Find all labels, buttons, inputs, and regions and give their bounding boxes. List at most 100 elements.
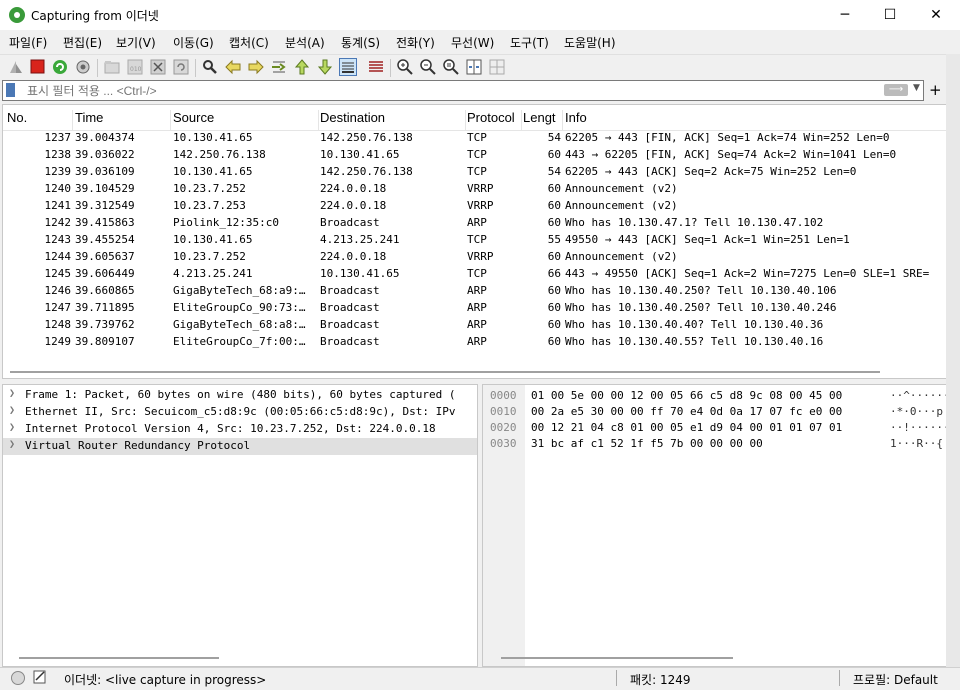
packet-row[interactable]: 1244 39.605637 10.23.7.252 224.0.0.18 VRRP 60… <box>3 249 947 266</box>
shark-fin-icon[interactable] <box>7 58 25 76</box>
packet-bytes-pane[interactable]: 0000 01 00 5e 00 00 12 00 05 66 c5 d8 9c… <box>482 384 948 667</box>
menu-analyze[interactable]: 분석(A) <box>285 34 325 51</box>
cell-destination: 142.250.76.138 <box>320 165 413 178</box>
close-file-icon[interactable] <box>149 58 167 76</box>
maximize-button[interactable]: ☐ <box>867 0 913 30</box>
cell-info: Who has 10.130.40.250? Tell 10.130.40.10… <box>565 284 837 297</box>
packet-row[interactable]: 1238 39.036022 142.250.76.138 10.130.41.65 T… <box>3 147 947 164</box>
cell-time: 39.605637 <box>75 250 135 263</box>
packet-row[interactable]: 1240 39.104529 10.23.7.252 224.0.0.18 VRRP 60… <box>3 181 947 198</box>
expand-arrow-icon[interactable]: ❯ <box>9 405 15 416</box>
status-profile[interactable]: 프로필: Default <box>853 671 938 688</box>
cell-length: 54 <box>547 131 561 144</box>
menu-capture[interactable]: 캡처(C) <box>229 34 269 51</box>
zoom-in-icon[interactable] <box>396 58 414 76</box>
menu-go[interactable]: 이동(G) <box>173 34 214 51</box>
forward-icon[interactable] <box>247 58 265 76</box>
column-header-protocol[interactable]: Protocol <box>467 110 522 130</box>
packet-row[interactable]: 1242 39.415863 Piolink_12:35:c0 Broadcast AR… <box>3 215 947 232</box>
cell-length: 55 <box>547 233 561 246</box>
menu-tools[interactable]: 도구(T) <box>510 34 549 51</box>
column-header-time[interactable]: Time <box>75 110 171 130</box>
expand-arrow-icon[interactable]: ❯ <box>9 439 15 450</box>
tree-item-ipv4[interactable]: ❯ Internet Protocol Version 4, Src: 10.2… <box>3 421 477 438</box>
back-icon[interactable] <box>224 58 242 76</box>
display-filter-input[interactable] <box>23 81 871 100</box>
menu-help[interactable]: 도움말(H) <box>564 34 616 51</box>
capture-comment-icon[interactable] <box>33 670 47 684</box>
restart-icon[interactable] <box>51 58 69 76</box>
horizontal-scrollbar[interactable] <box>10 371 880 373</box>
cell-destination: Broadcast <box>320 216 380 229</box>
bookmark-icon[interactable] <box>6 83 15 97</box>
zoom-reset-icon[interactable] <box>442 58 460 76</box>
filter-history-dropdown[interactable]: ▼ <box>913 83 920 93</box>
options-icon[interactable] <box>74 58 92 76</box>
reload-icon[interactable] <box>172 58 190 76</box>
first-icon[interactable] <box>293 58 311 76</box>
close-button[interactable]: ✕ <box>913 0 959 30</box>
packet-row[interactable]: 1237 39.004374 10.130.41.65 142.250.76.138 T… <box>3 130 947 147</box>
cell-source: 10.23.7.252 <box>173 250 246 263</box>
stop-icon[interactable] <box>29 58 47 76</box>
cell-no: 1241 <box>44 199 72 212</box>
menu-view[interactable]: 보기(V) <box>116 34 156 51</box>
cell-time: 39.312549 <box>75 199 135 212</box>
autoscroll-icon[interactable] <box>339 58 357 76</box>
vertical-scrollbar[interactable] <box>946 54 960 667</box>
tree-item-vrrp[interactable]: ❯ Virtual Router Redundancy Protocol <box>3 438 477 455</box>
cell-length: 60 <box>547 182 561 195</box>
packet-list-pane[interactable]: No. Time Source Destination Protocol Len… <box>2 104 948 379</box>
status-bar: 이더넷: <live capture in progress> 패킷: 1249… <box>0 667 960 690</box>
packet-row[interactable]: 1249 39.809107 EliteGroupCo_7f:00:… Broadca… <box>3 334 947 351</box>
horizontal-scrollbar[interactable] <box>501 657 733 659</box>
cell-source: GigaByteTech_68:a9:… <box>173 284 306 297</box>
packet-row[interactable]: 1241 39.312549 10.23.7.253 224.0.0.18 VRRP 60… <box>3 198 947 215</box>
packet-row[interactable]: 1243 39.455254 10.130.41.65 4.213.25.241 TCP… <box>3 232 947 249</box>
cell-no: 1239 <box>44 165 72 178</box>
open-icon[interactable] <box>103 58 121 76</box>
column-header-no[interactable]: No. <box>7 110 73 130</box>
byte-offset: 0020 <box>490 421 517 434</box>
packet-row[interactable]: 1239 39.036109 10.130.41.65 142.250.76.138 T… <box>3 164 947 181</box>
packet-row[interactable]: 1246 39.660865 GigaByteTech_68:a9:… Broadca… <box>3 283 947 300</box>
cell-time: 39.711895 <box>75 301 135 314</box>
menu-telephony[interactable]: 전화(Y) <box>396 34 435 51</box>
expert-info-icon[interactable] <box>11 671 25 685</box>
menu-statistics[interactable]: 통계(S) <box>341 34 380 51</box>
colorize-icon[interactable] <box>367 58 385 76</box>
tree-item-ethernet[interactable]: ❯ Ethernet II, Src: Secuicom_c5:d8:9c (0… <box>3 404 477 421</box>
menu-wireless[interactable]: 무선(W) <box>451 34 494 51</box>
cell-time: 39.455254 <box>75 233 135 246</box>
cell-destination: 142.250.76.138 <box>320 131 413 144</box>
find-icon[interactable] <box>201 58 219 76</box>
column-header-destination[interactable]: Destination <box>320 110 466 130</box>
menu-file[interactable]: 파일(F) <box>9 34 47 51</box>
packet-details-pane[interactable]: ❯ Frame 1: Packet, 60 bytes on wire (480… <box>2 384 478 667</box>
column-header-source[interactable]: Source <box>173 110 319 130</box>
cell-destination: 10.130.41.65 <box>320 267 400 280</box>
cell-protocol: VRRP <box>467 182 494 195</box>
packet-row[interactable]: 1245 39.606449 4.213.25.241 10.130.41.65 TCP… <box>3 266 947 283</box>
menu-edit[interactable]: 편집(E) <box>63 34 102 51</box>
column-header-info[interactable]: Info <box>565 110 945 130</box>
goto-icon[interactable] <box>270 58 288 76</box>
save-icon[interactable]: 010 <box>126 58 144 76</box>
column-header-length[interactable]: Lengt <box>523 110 563 130</box>
horizontal-scrollbar[interactable] <box>19 657 219 659</box>
apply-filter-button[interactable]: ⟶ <box>884 84 908 96</box>
cell-time: 39.036022 <box>75 148 135 161</box>
add-filter-button[interactable]: + <box>929 80 942 100</box>
minimize-button[interactable]: ─ <box>822 0 868 30</box>
expand-arrow-icon[interactable]: ❯ <box>9 422 15 433</box>
resize-columns-icon[interactable] <box>465 58 483 76</box>
expand-arrow-icon[interactable]: ❯ <box>9 388 15 399</box>
tree-item-frame[interactable]: ❯ Frame 1: Packet, 60 bytes on wire (480… <box>3 387 477 404</box>
cell-info: 443 → 49550 [ACK] Seq=1 Ack=2 Win=7275 L… <box>565 267 930 280</box>
layout-icon[interactable] <box>488 58 506 76</box>
zoom-out-icon[interactable] <box>419 58 437 76</box>
cell-info: Announcement (v2) <box>565 250 678 263</box>
packet-row[interactable]: 1248 39.739762 GigaByteTech_68:a8:… Broadca… <box>3 317 947 334</box>
packet-row[interactable]: 1247 39.711895 EliteGroupCo_90:73:… Broadca… <box>3 300 947 317</box>
last-icon[interactable] <box>316 58 334 76</box>
